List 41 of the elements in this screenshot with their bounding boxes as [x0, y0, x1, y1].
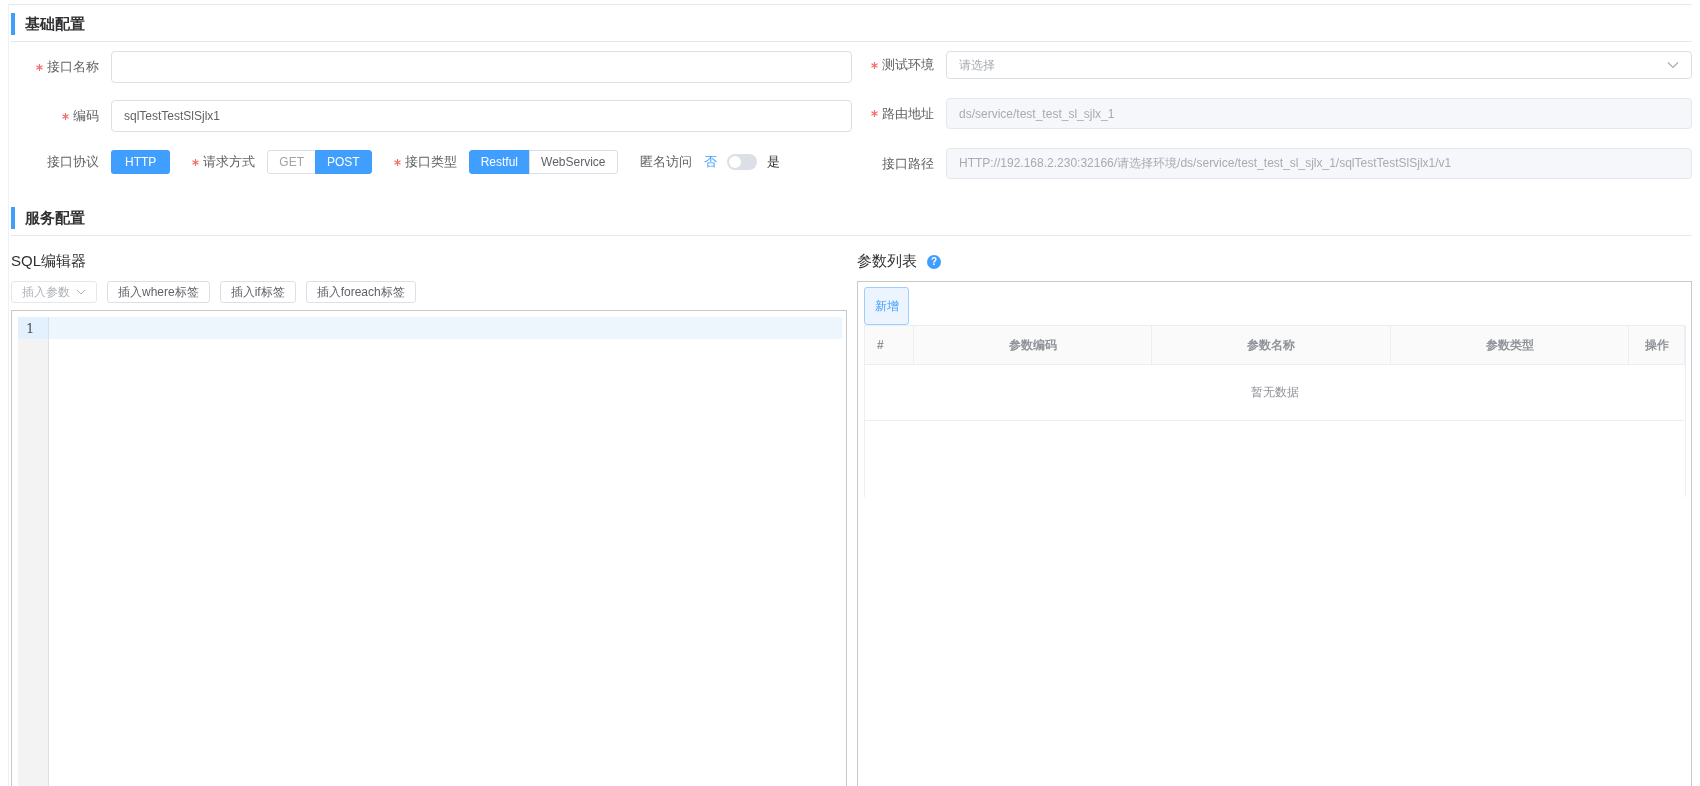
- insert-button[interactable]: 插入foreach标签: [305, 281, 416, 303]
- switch-on-label: 是: [766, 153, 780, 171]
- panel-title: 参数列表: [857, 252, 917, 271]
- insert-button[interactable]: 插入where标签: [107, 281, 210, 303]
- segment-option[interactable]: GET: [267, 150, 316, 174]
- field-label: 接口路径: [882, 154, 934, 173]
- empty-message: 暂无数据: [1251, 384, 1299, 401]
- text-input[interactable]: sqlTestTestSlSjlx1: [111, 100, 852, 132]
- insert-button[interactable]: 插入if标签: [219, 281, 296, 303]
- field-label: 接口协议: [47, 153, 99, 171]
- field-label: 接口名称: [47, 58, 99, 76]
- code-editor[interactable]: 1: [11, 310, 847, 786]
- field-label: 匿名访问: [639, 153, 692, 171]
- column-header: #: [865, 325, 914, 365]
- chevron-down-icon: [76, 289, 86, 295]
- text-input[interactable]: [111, 51, 852, 83]
- toggle-switch[interactable]: [726, 154, 757, 170]
- chevron-down-icon: [1667, 61, 1679, 69]
- section-title: 基础配置: [11, 13, 85, 35]
- segment-option[interactable]: POST: [315, 150, 372, 174]
- select-field[interactable]: 请选择: [946, 51, 1692, 79]
- add-button[interactable]: 新增: [864, 287, 909, 325]
- help-icon[interactable]: ?: [927, 254, 941, 269]
- field-label: 接口类型: [404, 153, 457, 171]
- column-header: 参数名称: [1152, 325, 1391, 365]
- field-label: 测试环境: [882, 56, 934, 74]
- field-label: 编码: [73, 107, 99, 125]
- protocol-tag[interactable]: HTTP: [111, 150, 171, 174]
- section-title: 服务配置: [11, 207, 85, 229]
- column-header: 参数编码: [914, 325, 1152, 365]
- editor-title: SQL编辑器: [11, 252, 86, 271]
- readonly-field: HTTP://192.168.2.230:32166/请选择环境/ds/service/test_test_sl_sjlx_1/sqlTestTestSlSjlx1/v1: [946, 148, 1692, 179]
- switch-off-label: 否: [703, 153, 717, 171]
- line-number: 1: [18, 317, 48, 339]
- readonly-field: ds/service/test_test_sl_sjlx_1: [946, 98, 1692, 129]
- field-label: 请求方式: [203, 153, 256, 171]
- segment-option[interactable]: Restful: [468, 150, 531, 174]
- column-header: 操作: [1629, 325, 1685, 365]
- segment-option[interactable]: WebService: [529, 150, 618, 174]
- field-label: 路由地址: [882, 104, 934, 123]
- column-header: 参数类型: [1391, 325, 1629, 365]
